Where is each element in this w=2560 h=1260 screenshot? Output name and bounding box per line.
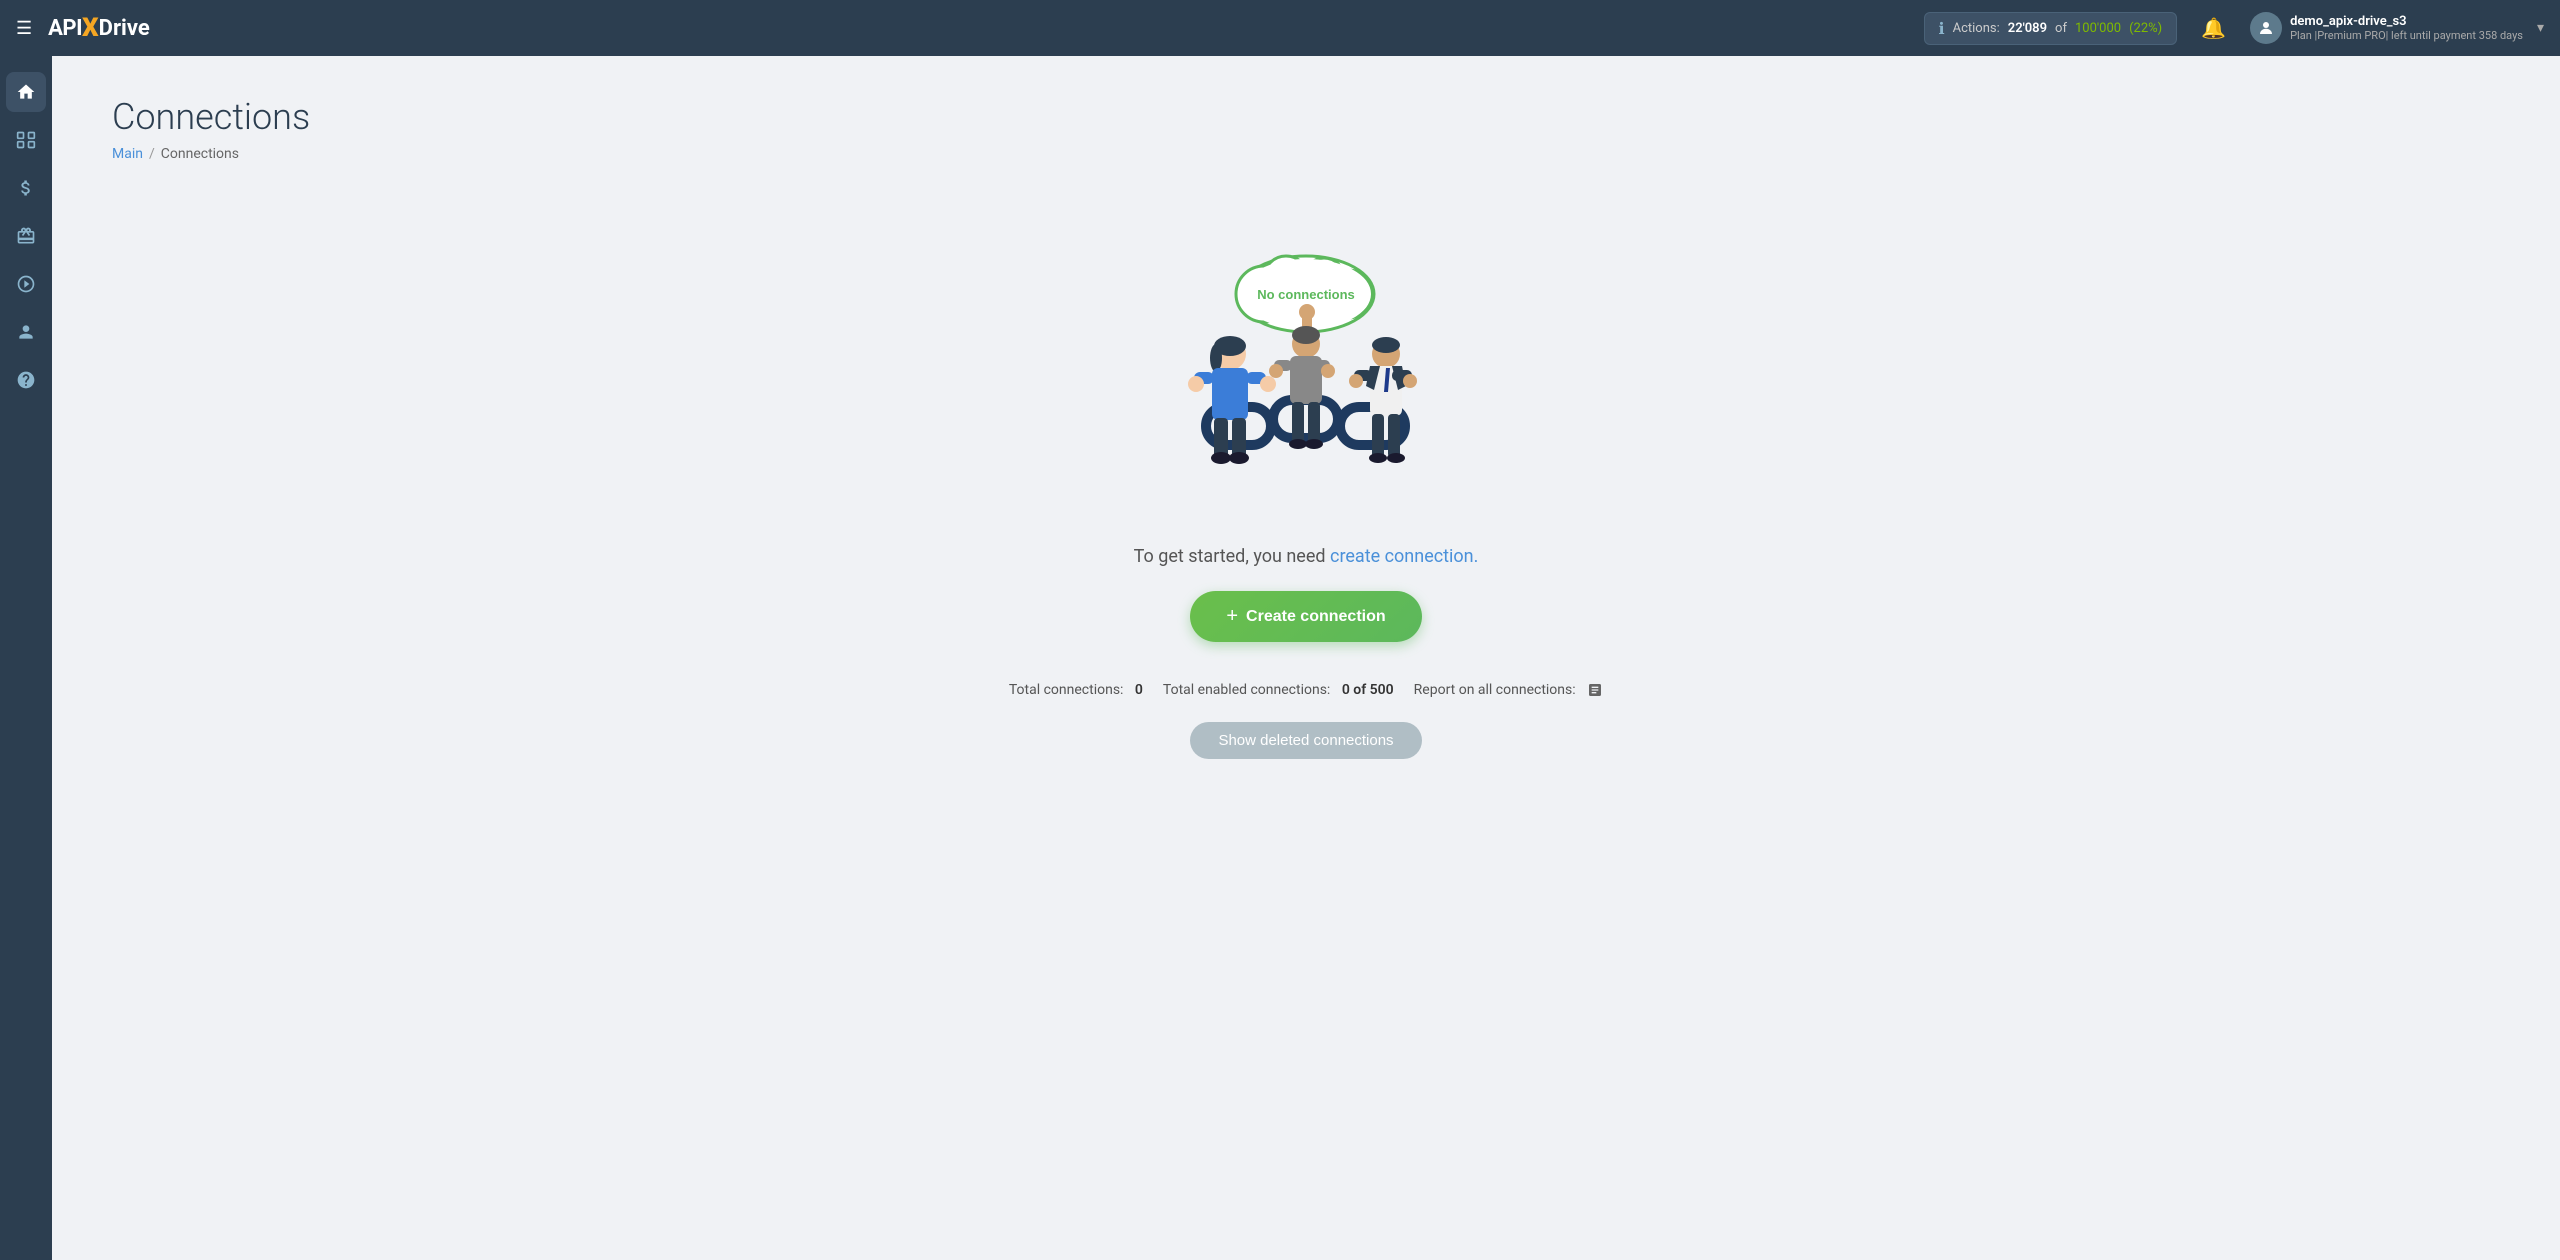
user-section[interactable]: demo_apix-drive_s3 Plan |Premium PRO| le… — [2250, 12, 2544, 44]
logo-api: API — [48, 16, 82, 41]
stats-row: Total connections: 0 Total enabled conne… — [1009, 682, 1603, 698]
sidebar — [0, 56, 52, 1260]
actions-badge[interactable]: ℹ Actions: 22'089 of 100'000 (22%) — [1924, 12, 2178, 45]
cta-text: To get started, you need create connecti… — [1134, 546, 1479, 567]
breadcrumb-main[interactable]: Main — [112, 146, 143, 162]
svg-text:No connections: No connections — [1257, 287, 1355, 302]
total-connections-value: 0 — [1135, 682, 1143, 698]
center-panel: No connections — [112, 202, 2500, 799]
page-title: Connections — [112, 96, 2500, 138]
sidebar-item-help[interactable] — [6, 360, 46, 400]
empty-state-illustration: No connections — [1146, 242, 1466, 522]
enabled-connections-stat: Total enabled connections: 0 of 500 — [1163, 682, 1394, 698]
layout: Connections Main / Connections — [0, 56, 2560, 1260]
cta-link[interactable]: create connection. — [1330, 546, 1478, 567]
header: ☰ API X Drive ℹ Actions: 22'089 of 100'0… — [0, 0, 2560, 56]
actions-percent: (22%) — [2129, 21, 2162, 36]
chevron-down-icon: ▾ — [2537, 20, 2544, 36]
actions-label: Actions: — [1953, 21, 2000, 36]
show-deleted-connections-button[interactable]: Show deleted connections — [1190, 722, 1421, 759]
actions-total: 100'000 — [2075, 21, 2121, 36]
menu-icon[interactable]: ☰ — [16, 18, 32, 39]
breadcrumb-current: Connections — [161, 146, 239, 162]
sidebar-item-billing[interactable] — [6, 168, 46, 208]
user-info: demo_apix-drive_s3 Plan |Premium PRO| le… — [2290, 14, 2523, 42]
logo: API X Drive — [48, 13, 150, 43]
sidebar-item-home[interactable] — [6, 72, 46, 112]
breadcrumb: Main / Connections — [112, 146, 2500, 162]
create-connection-button[interactable]: + Create connection — [1190, 591, 1421, 642]
report-icon[interactable] — [1587, 682, 1603, 698]
actions-count: 22'089 — [2008, 21, 2047, 36]
info-icon: ℹ — [1939, 19, 1945, 38]
create-connection-label: Create connection — [1246, 608, 1386, 626]
actions-of: of — [2055, 21, 2067, 36]
plus-icon: + — [1226, 605, 1238, 628]
enabled-connections-value: 0 of 500 — [1342, 682, 1394, 698]
main-content: Connections Main / Connections — [52, 56, 2560, 1260]
bell-icon[interactable]: 🔔 — [2201, 16, 2226, 40]
sidebar-item-account[interactable] — [6, 312, 46, 352]
user-plan: Plan |Premium PRO| left until payment 35… — [2290, 29, 2523, 42]
sidebar-item-tutorials[interactable] — [6, 264, 46, 304]
logo-x: X — [82, 13, 99, 43]
sidebar-item-integrations[interactable] — [6, 216, 46, 256]
user-name: demo_apix-drive_s3 — [2290, 14, 2523, 29]
report-stat: Report on all connections: — [1414, 682, 1603, 698]
breadcrumb-separator: / — [149, 146, 155, 162]
avatar — [2250, 12, 2282, 44]
logo-drive: Drive — [99, 16, 150, 41]
sidebar-item-connections[interactable] — [6, 120, 46, 160]
total-connections-stat: Total connections: 0 — [1009, 682, 1143, 698]
